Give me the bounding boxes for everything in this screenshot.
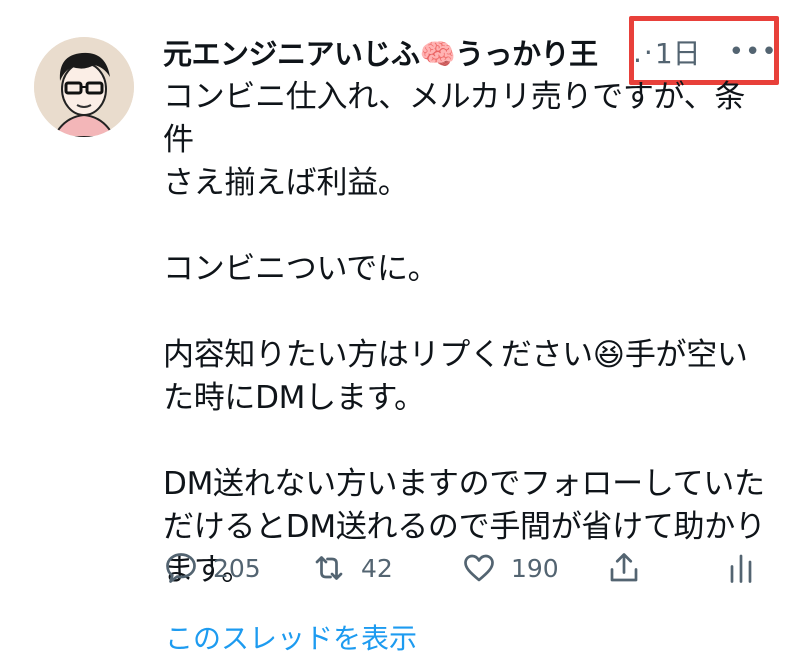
show-thread-link[interactable]: このスレッドを表示 — [165, 617, 417, 657]
reply-button[interactable]: 205 — [163, 546, 261, 590]
annotation-highlight-box — [629, 16, 779, 85]
retweet-icon — [315, 556, 343, 580]
reply-count: 205 — [213, 553, 261, 583]
share-button[interactable] — [606, 546, 642, 590]
like-button[interactable]: 190 — [461, 546, 559, 590]
like-icon — [464, 554, 494, 582]
avatar-illustration — [34, 37, 134, 137]
analytics-icon — [730, 554, 752, 583]
share-icon — [610, 553, 638, 582]
tweet-text: コンビニ仕入れ、メルカリ売りですが、条件 さえ揃えば利益。 コンビニついでに。 … — [163, 79, 766, 588]
retweet-button[interactable]: 42 — [311, 546, 393, 590]
reply-icon — [166, 553, 196, 583]
analytics-button[interactable] — [723, 546, 759, 590]
retweet-count: 42 — [361, 553, 393, 583]
tweet-actions: 205 42 190 — [163, 546, 763, 590]
like-count: 190 — [511, 553, 559, 583]
author-name[interactable]: 元エンジニアいじふ🧠うっかり王 — [163, 31, 631, 73]
avatar[interactable] — [34, 37, 134, 137]
